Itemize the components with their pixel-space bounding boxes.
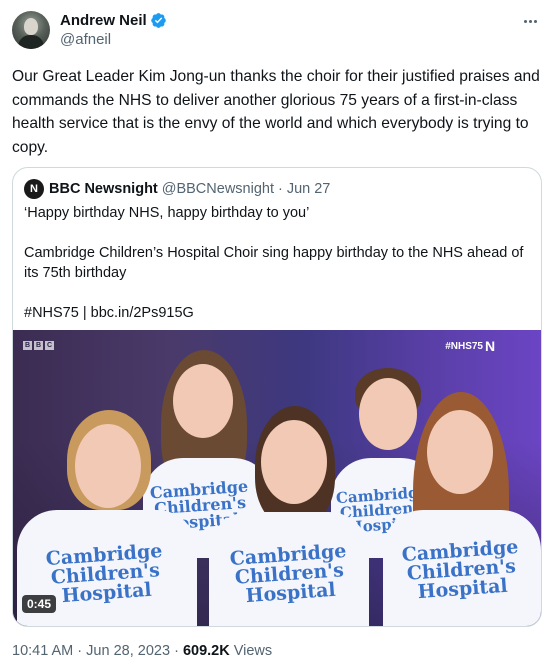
quoted-author-avatar: N <box>24 179 44 199</box>
tweet-time[interactable]: 10:41 AM <box>12 643 73 659</box>
quoted-meta-separator: · <box>277 181 283 197</box>
quoted-line-2: Cambridge Children’s Hospital Choir sing… <box>24 245 524 281</box>
quoted-tweet-text: ‘Happy birthday NHS, happy birthday to y… <box>24 203 534 323</box>
video-hashtag-overlay: #NHS75 <box>445 341 483 352</box>
quoted-tweet-header: N BBC Newsnight @BBCNewsnight · Jun 27 <box>24 179 330 199</box>
tweet-header: Andrew Neil @afneil <box>12 10 542 50</box>
choir-child: Cambridge Children's Hospital <box>383 392 541 626</box>
views-count: 609.2K <box>182 643 230 659</box>
verified-badge-icon <box>150 12 167 29</box>
more-options-icon[interactable] <box>518 12 542 30</box>
author-name-block: Andrew Neil @afneil <box>60 10 167 48</box>
author-display-name[interactable]: Andrew Neil <box>60 12 147 29</box>
views-label: Views <box>233 643 273 659</box>
tweet-date[interactable]: Jun 28, 2023 <box>86 643 170 659</box>
choir-child: Cambridge Children's Hospital <box>209 406 369 626</box>
quoted-author-handle: @BBCNewsnight <box>161 181 274 197</box>
footer-separator: · <box>174 643 179 659</box>
video-duration-badge: 0:45 <box>22 595 57 613</box>
quoted-line-3: #NHS75 | bbc.in/2Ps915G <box>24 305 194 321</box>
footer-separator: · <box>77 643 83 659</box>
quoted-tweet-card[interactable]: N BBC Newsnight @BBCNewsnight · Jun 27 ‘… <box>12 167 542 627</box>
quoted-author-name: BBC Newsnight <box>49 181 158 197</box>
newsnight-logo-icon: N <box>485 338 496 354</box>
author-handle[interactable]: @afneil <box>60 31 167 48</box>
quoted-tweet-date: Jun 27 <box>286 181 331 197</box>
quoted-line-1: ‘Happy birthday NHS, happy birthday to y… <box>24 205 310 221</box>
bbc-channel-logo: BBC <box>23 341 54 350</box>
tweet-text: Our Great Leader Kim Jong-un thanks the … <box>12 68 540 156</box>
tweet-footer: 10:41 AM · Jun 28, 2023 · 609.2K Views <box>12 643 272 659</box>
author-avatar[interactable] <box>12 11 50 49</box>
choir-child: Cambridge Children's Hospital <box>17 410 197 626</box>
video-player[interactable]: BBC #NHS75 N Cambridge Children's Hospital… <box>13 330 541 626</box>
